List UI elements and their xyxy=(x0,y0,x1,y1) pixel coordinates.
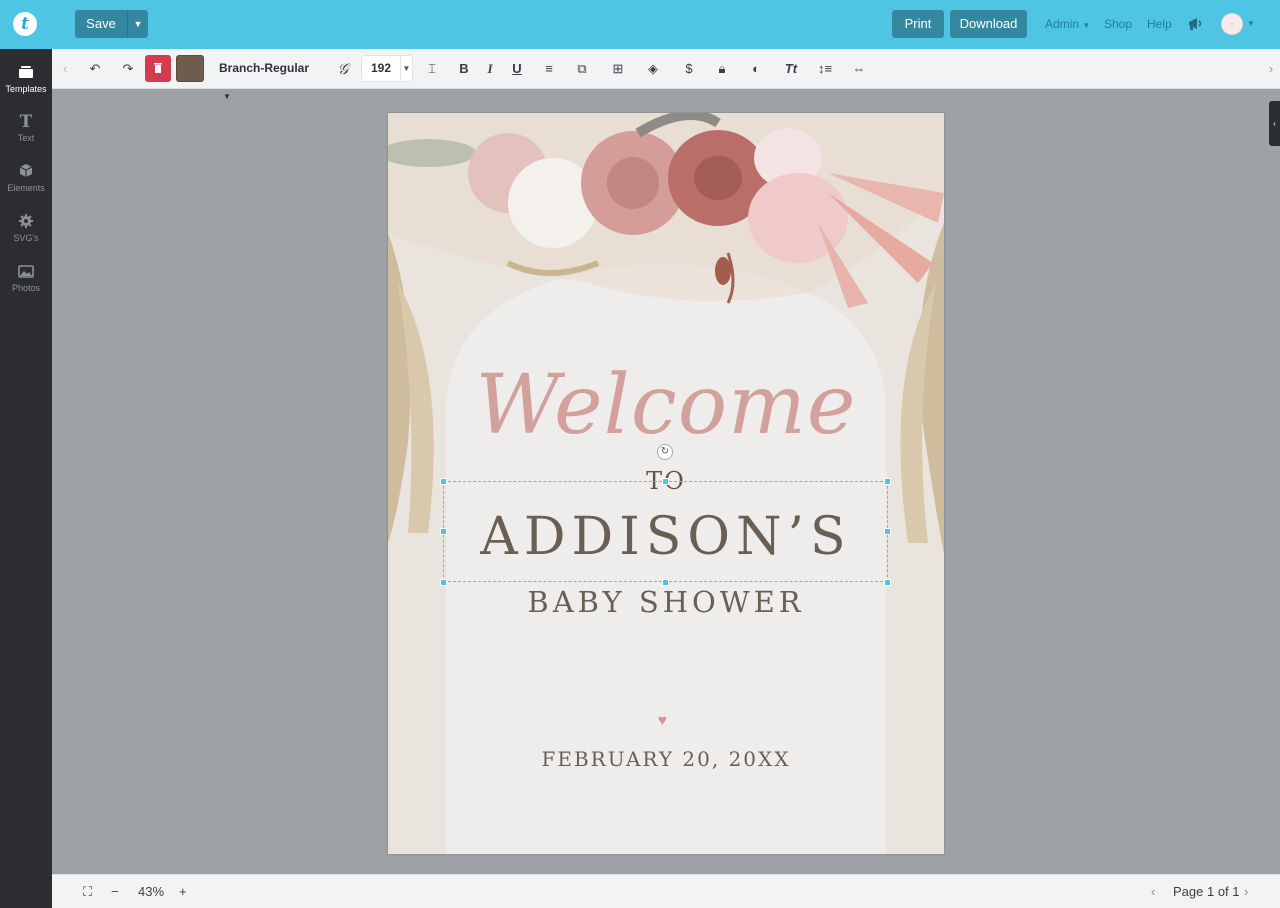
bottom-bar: ⛶ − 43% + ‹ Page 1 of 1 › xyxy=(52,874,1280,908)
prev-page-button[interactable]: ‹ xyxy=(1151,875,1155,908)
templates-icon xyxy=(19,66,33,78)
event-text[interactable]: BABY SHOWER xyxy=(388,585,944,619)
duplicate-icon[interactable]: ⊞ xyxy=(609,49,627,89)
chevron-down-icon[interactable]: ▼ xyxy=(1247,19,1255,28)
font-style-icon[interactable]: 𝒢 xyxy=(332,49,354,89)
bold-button[interactable]: B xyxy=(456,49,472,89)
right-panel-toggle[interactable]: ‹ xyxy=(1269,101,1280,146)
save-button-group: Save ▼ xyxy=(75,10,148,38)
opacity-icon[interactable]: ◐ xyxy=(747,49,765,89)
font-size-input[interactable]: 192 xyxy=(361,55,401,82)
zoom-level: 43% xyxy=(138,884,165,899)
resize-handle-top-left[interactable] xyxy=(440,478,447,485)
resize-handle-bottom-right[interactable] xyxy=(884,579,891,586)
zoom-out-button[interactable]: − xyxy=(111,875,119,908)
selection-box[interactable] xyxy=(443,481,888,582)
scroll-left-icon[interactable]: ‹ xyxy=(58,49,72,89)
chevron-down-icon: ▼ xyxy=(223,92,231,101)
underline-button[interactable]: U xyxy=(509,49,525,89)
admin-menu[interactable]: Admin ▼ xyxy=(1045,17,1090,31)
app-logo[interactable]: t xyxy=(13,12,37,36)
sidebar-item-templates[interactable]: Templates xyxy=(0,63,52,94)
font-family-select[interactable]: Branch-Regular ▼ xyxy=(212,55,322,101)
svg-text:T: T xyxy=(20,112,33,130)
photos-icon xyxy=(18,265,34,278)
rotate-handle-icon[interactable]: ↻ xyxy=(657,444,673,460)
next-page-button[interactable]: › xyxy=(1244,875,1248,908)
font-family-value: Branch-Regular xyxy=(219,61,310,75)
sidebar: Templates T Text Elements SVG's Photos xyxy=(0,49,52,908)
resize-handle-bottom-left[interactable] xyxy=(440,579,447,586)
sidebar-item-text[interactable]: T Text xyxy=(0,112,52,143)
svg-gear-icon xyxy=(19,214,33,228)
page-indicator: Page 1 of 1 xyxy=(1173,884,1240,899)
text-transform-button[interactable]: Tt xyxy=(781,49,801,89)
top-bar: t Save ▼ Print Download Admin ▼ Shop Hel… xyxy=(0,0,1280,49)
heart-icon[interactable]: ♥ xyxy=(658,712,667,729)
sidebar-item-label: Photos xyxy=(11,283,41,293)
trash-icon xyxy=(154,63,162,73)
sidebar-item-photos[interactable]: Photos xyxy=(0,262,52,293)
welcome-text[interactable]: Welcome xyxy=(388,358,944,453)
text-icon: T xyxy=(20,112,33,130)
resize-icon[interactable]: ⧉ xyxy=(573,49,591,89)
letter-spacing-icon[interactable]: ⇔ xyxy=(850,49,868,89)
text-height-icon[interactable]: ⌶ xyxy=(423,49,441,89)
italic-button[interactable]: I xyxy=(482,49,498,89)
redo-icon[interactable]: ↷ xyxy=(118,49,138,89)
resize-handle-left[interactable] xyxy=(440,528,447,535)
scroll-right-icon[interactable]: › xyxy=(1264,49,1278,89)
sidebar-item-label: Elements xyxy=(7,183,45,193)
line-height-icon[interactable]: ↕≡ xyxy=(816,49,834,89)
announcements-icon[interactable] xyxy=(1187,15,1205,33)
sidebar-item-label: Text xyxy=(17,133,35,143)
sidebar-item-label: Templates xyxy=(5,84,47,94)
resize-handle-bottom[interactable] xyxy=(662,579,669,586)
text-color-swatch[interactable] xyxy=(176,55,204,82)
text-toolbar: ‹ ↶ ↷ Branch-Regular ▼ 𝒢 192 ▼ ⌶ B I U ≡… xyxy=(52,49,1280,101)
layers-icon[interactable]: ◈ xyxy=(644,49,662,89)
print-button[interactable]: Print xyxy=(892,10,944,38)
fullscreen-icon[interactable]: ⛶ xyxy=(83,875,92,908)
help-link[interactable]: Help xyxy=(1147,17,1172,31)
shop-link[interactable]: Shop xyxy=(1104,17,1132,31)
sidebar-item-elements[interactable]: Elements xyxy=(0,162,52,193)
sidebar-item-svgs[interactable]: SVG's xyxy=(0,212,52,243)
chevron-down-icon: ▼ xyxy=(1082,21,1091,30)
resize-handle-top-right[interactable] xyxy=(884,478,891,485)
zoom-in-button[interactable]: + xyxy=(179,875,187,908)
elements-icon xyxy=(19,164,33,177)
delete-button[interactable] xyxy=(145,55,171,82)
avatar[interactable]: ◦◦◦ xyxy=(1221,13,1243,35)
font-size-dropdown[interactable]: ▼ xyxy=(401,55,413,82)
lock-icon[interactable]: 🔒︎ xyxy=(713,49,731,89)
admin-menu-label: Admin xyxy=(1045,17,1080,31)
sidebar-item-label: SVG's xyxy=(13,233,39,243)
download-button[interactable]: Download xyxy=(950,10,1027,38)
save-button[interactable]: Save xyxy=(75,10,127,38)
resize-handle-top[interactable] xyxy=(662,478,669,485)
resize-handle-right[interactable] xyxy=(884,528,891,535)
save-options-button[interactable]: ▼ xyxy=(127,10,148,38)
date-text[interactable]: FEBRUARY 20, 20XX xyxy=(388,747,944,771)
price-tag-icon[interactable]: $ xyxy=(680,49,698,89)
undo-icon[interactable]: ↶ xyxy=(85,49,105,89)
align-center-icon[interactable]: ≡ xyxy=(541,49,557,89)
